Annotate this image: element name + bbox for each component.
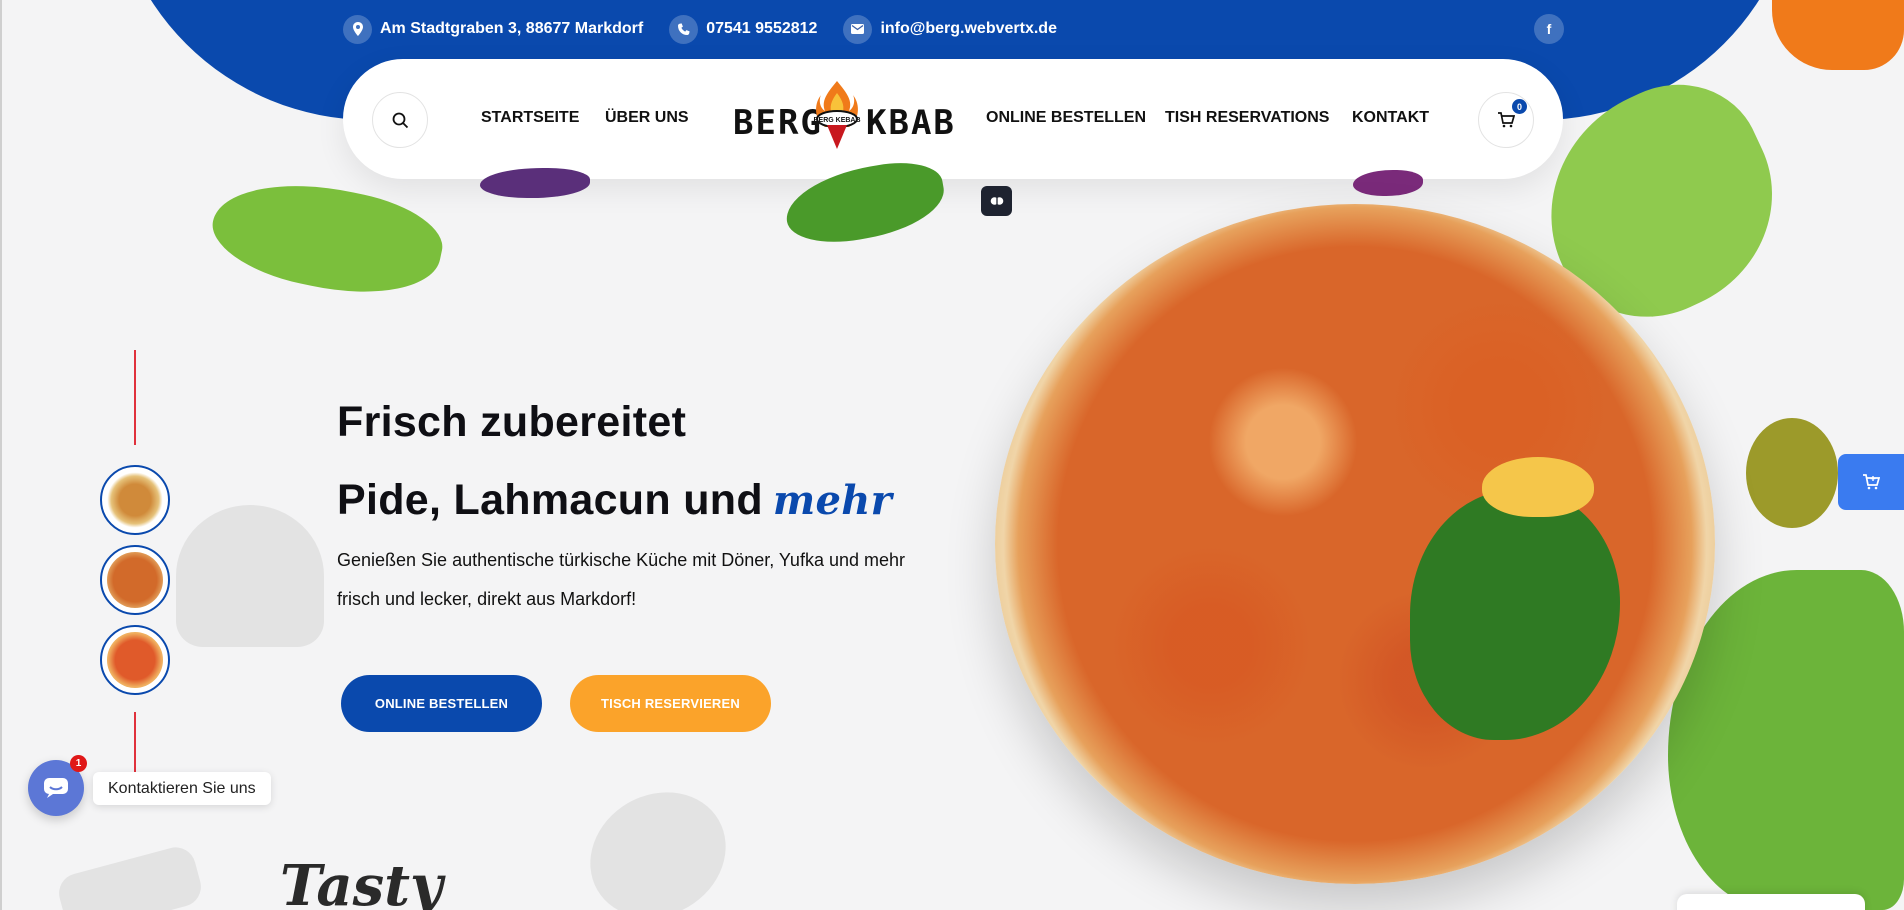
address-text: Am Stadtgraben 3, 88677 Markdorf <box>380 20 644 37</box>
burger-silhouette <box>176 505 324 647</box>
nav-link-startseite[interactable]: STARTSEITE <box>481 109 579 127</box>
location-pin-icon <box>343 14 372 44</box>
lemon-topping <box>1482 457 1594 517</box>
email-text: info@berg.webvertx.de <box>880 20 1057 37</box>
contact-widget-label[interactable]: Kontaktieren Sie uns <box>93 772 271 805</box>
slider-thumb-1[interactable] <box>100 465 170 535</box>
brain-icon <box>990 197 1003 205</box>
slider-thumb-2[interactable] <box>100 545 170 615</box>
search-button[interactable] <box>372 92 428 148</box>
page-edge <box>0 0 2 910</box>
logo-text-left: BERG <box>733 103 823 143</box>
site-logo[interactable]: BERG BERG KEBAB KBAB <box>733 79 954 159</box>
bottom-card <box>1677 894 1865 910</box>
onion-decoration <box>1353 170 1423 196</box>
slider-line-top <box>134 350 136 445</box>
add-to-cart-icon <box>1863 474 1880 490</box>
contact-notification-badge: 1 <box>70 755 87 772</box>
phone-item[interactable]: 07541 9552812 <box>669 14 818 44</box>
phone-icon <box>669 14 699 44</box>
slider-thumb-3[interactable] <box>100 625 170 695</box>
cart-button[interactable]: 0 <box>1478 92 1534 148</box>
facebook-icon[interactable]: f <box>1534 14 1564 44</box>
flame-logo-icon: BERG KEBAB <box>813 81 861 149</box>
hero-title-line1: Frisch zubereitet <box>337 398 687 446</box>
nav-link-kontakt[interactable]: KONTAKT <box>1352 109 1429 127</box>
address-item[interactable]: Am Stadtgraben 3, 88677 Markdorf <box>343 14 644 44</box>
hero-subtitle-line2: frisch und lecker, direkt aus Markdorf! <box>337 589 637 609</box>
onion-decoration <box>480 168 590 198</box>
floating-tool-chip[interactable] <box>981 186 1012 216</box>
lahmacun-image <box>995 204 1715 884</box>
hotdog-silhouette <box>567 768 749 910</box>
pepper-decoration <box>1772 0 1904 70</box>
hero-title-line2: Pide, Lahmacun und mehr <box>337 476 892 525</box>
logo-text-right: KBAB <box>866 103 956 143</box>
olive-decoration <box>1746 418 1838 528</box>
hero-title-accent: mehr <box>772 477 893 524</box>
hero-title-text: Pide, Lahmacun und <box>337 476 763 524</box>
email-item[interactable]: info@berg.webvertx.de <box>843 14 1057 44</box>
slider-line-bottom <box>134 712 136 772</box>
order-online-button[interactable]: ONLINE BESTELLEN <box>341 675 542 732</box>
lettuce-decoration <box>204 165 450 311</box>
cart-icon <box>1498 112 1515 128</box>
search-icon <box>392 112 408 128</box>
main-navbar: STARTSEITE ÜBER UNS BERG BERG KEBAB KBAB… <box>343 59 1563 179</box>
mail-icon <box>843 14 873 44</box>
phone-text: 07541 9552812 <box>706 20 818 37</box>
cart-count-badge: 0 <box>1512 99 1527 114</box>
cup-silhouette <box>54 842 206 910</box>
logo-badge-text: BERG KEBAB <box>813 117 860 124</box>
chat-icon <box>44 778 68 798</box>
nav-link-online-bestellen[interactable]: ONLINE BESTELLEN <box>986 109 1146 127</box>
nav-link-ueber-uns[interactable]: ÜBER UNS <box>605 109 689 127</box>
hero-subtitle-line1: Genießen Sie authentische türkische Küch… <box>337 550 905 570</box>
tasty-script-heading: Tasty <box>280 853 443 910</box>
top-info-bar: Am Stadtgraben 3, 88677 Markdorf 07541 9… <box>343 14 1564 44</box>
reserve-table-button[interactable]: TISCH RESERVIEREN <box>570 675 771 732</box>
side-cart-button[interactable] <box>1838 454 1904 510</box>
nav-link-tish-reservations[interactable]: TISH RESERVATIONS <box>1165 109 1329 127</box>
